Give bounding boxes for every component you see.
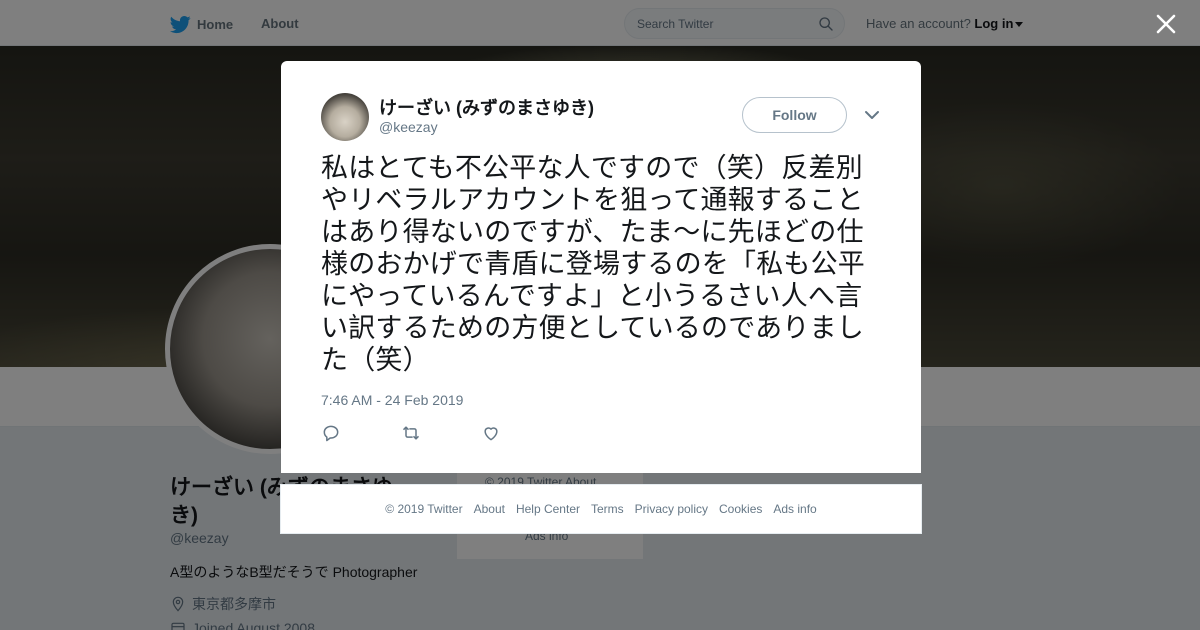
tweet-author-handle[interactable]: @keezay [379,119,438,135]
tweet-author-name[interactable]: けーざい (みずのまさゆき) [379,94,594,120]
tweet-text: 私はとても不公平な人ですので（笑）反差別やリベラルアカウントを狙って通報すること… [321,153,865,376]
like-button[interactable] [481,423,561,445]
follow-button[interactable]: Follow [742,97,847,133]
footer-link-about[interactable]: About [474,502,505,516]
chevron-down-icon[interactable] [864,109,880,121]
close-icon[interactable] [1154,12,1178,36]
tweet-modal: けーざい (みずのまさゆき) @keezay Follow 私はとても不公平な人… [281,61,921,473]
footer-link-privacy-policy[interactable]: Privacy policy [635,502,708,516]
heart-icon [484,427,498,441]
footer-link-terms[interactable]: Terms [591,502,624,516]
modal-footer: © 2019 Twitter About Help Center Terms P… [280,484,922,534]
retweet-button[interactable] [401,423,481,445]
reply-button[interactable] [321,423,401,445]
footer-link-help-center[interactable]: Help Center [516,502,580,516]
tweet-timestamp[interactable]: 7:46 AM - 24 Feb 2019 [321,392,463,408]
footer-copyright: © 2019 Twitter [385,502,463,516]
tweet-actions [321,423,561,445]
retweet-icon [402,426,420,440]
reply-icon [323,425,339,442]
footer-link-cookies[interactable]: Cookies [719,502,762,516]
footer-link-ads-info[interactable]: Ads info [773,502,816,516]
tweet-author-avatar[interactable] [321,93,369,141]
